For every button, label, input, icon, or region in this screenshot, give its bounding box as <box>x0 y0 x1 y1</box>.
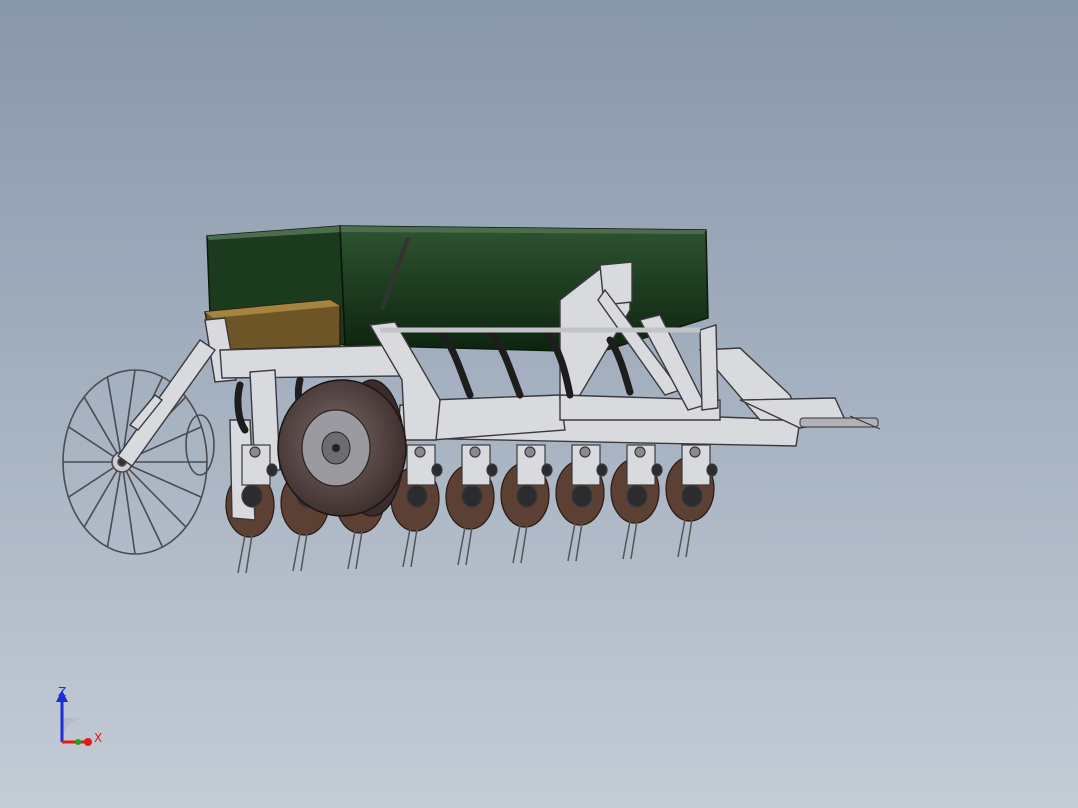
hitch-pin <box>799 415 881 430</box>
z-axis-label: Z <box>58 685 66 699</box>
x-axis-label: X <box>94 731 102 745</box>
y-axis-arrow <box>75 739 81 745</box>
wheel-arm <box>117 339 216 467</box>
ground-drive-tire <box>277 379 407 517</box>
seed-drill-model[interactable] <box>0 0 1078 808</box>
spoked-press-wheel <box>62 369 215 555</box>
orientation-triad: Z X <box>48 684 118 754</box>
graphics-viewport[interactable]: Z X <box>0 0 1078 808</box>
